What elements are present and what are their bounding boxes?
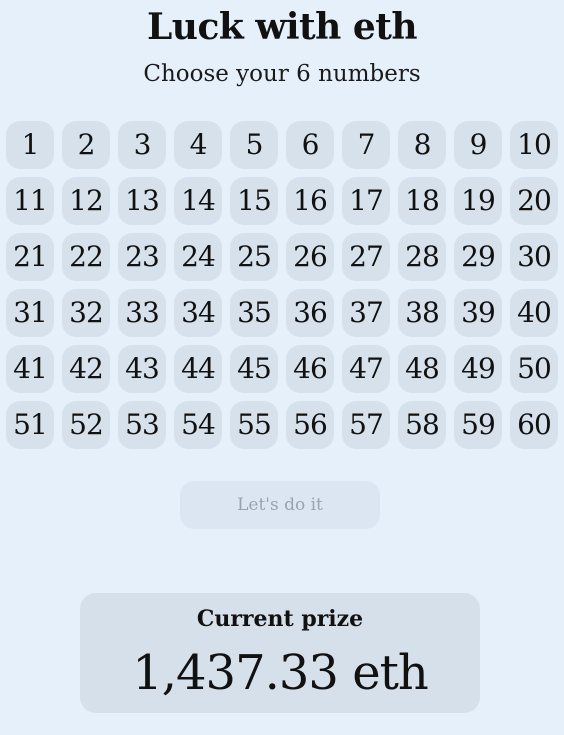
number-button-5[interactable]: 5 <box>230 121 278 169</box>
number-button-50[interactable]: 50 <box>510 345 558 393</box>
number-button-31[interactable]: 31 <box>6 289 54 337</box>
number-button-18[interactable]: 18 <box>398 177 446 225</box>
number-button-57[interactable]: 57 <box>342 401 390 449</box>
number-button-44[interactable]: 44 <box>174 345 222 393</box>
number-button-21[interactable]: 21 <box>6 233 54 281</box>
number-button-26[interactable]: 26 <box>286 233 334 281</box>
number-button-51[interactable]: 51 <box>6 401 54 449</box>
number-button-34[interactable]: 34 <box>174 289 222 337</box>
number-button-37[interactable]: 37 <box>342 289 390 337</box>
number-button-6[interactable]: 6 <box>286 121 334 169</box>
number-button-33[interactable]: 33 <box>118 289 166 337</box>
number-button-39[interactable]: 39 <box>454 289 502 337</box>
number-button-25[interactable]: 25 <box>230 233 278 281</box>
prize-value: 1,437.33 eth <box>132 645 429 701</box>
lets-do-it-button[interactable]: Let's do it <box>180 481 380 529</box>
number-button-3[interactable]: 3 <box>118 121 166 169</box>
number-button-20[interactable]: 20 <box>510 177 558 225</box>
number-button-38[interactable]: 38 <box>398 289 446 337</box>
number-button-32[interactable]: 32 <box>62 289 110 337</box>
number-button-36[interactable]: 36 <box>286 289 334 337</box>
number-button-7[interactable]: 7 <box>342 121 390 169</box>
number-button-30[interactable]: 30 <box>510 233 558 281</box>
number-button-56[interactable]: 56 <box>286 401 334 449</box>
number-button-40[interactable]: 40 <box>510 289 558 337</box>
number-button-8[interactable]: 8 <box>398 121 446 169</box>
number-button-60[interactable]: 60 <box>510 401 558 449</box>
number-button-55[interactable]: 55 <box>230 401 278 449</box>
number-button-53[interactable]: 53 <box>118 401 166 449</box>
number-button-14[interactable]: 14 <box>174 177 222 225</box>
number-button-17[interactable]: 17 <box>342 177 390 225</box>
number-button-45[interactable]: 45 <box>230 345 278 393</box>
number-button-13[interactable]: 13 <box>118 177 166 225</box>
number-button-41[interactable]: 41 <box>6 345 54 393</box>
number-grid: 1 2 3 4 5 6 7 8 9 10 11 12 13 14 15 16 17 18 19 20 21 22 23 24 2… <box>6 121 558 449</box>
number-button-58[interactable]: 58 <box>398 401 446 449</box>
number-button-35[interactable]: 35 <box>230 289 278 337</box>
number-button-49[interactable]: 49 <box>454 345 502 393</box>
number-button-48[interactable]: 48 <box>398 345 446 393</box>
number-button-27[interactable]: 27 <box>342 233 390 281</box>
number-button-46[interactable]: 46 <box>286 345 334 393</box>
number-button-15[interactable]: 15 <box>230 177 278 225</box>
number-button-29[interactable]: 29 <box>454 233 502 281</box>
number-button-11[interactable]: 11 <box>6 177 54 225</box>
number-button-54[interactable]: 54 <box>174 401 222 449</box>
number-button-28[interactable]: 28 <box>398 233 446 281</box>
number-button-59[interactable]: 59 <box>454 401 502 449</box>
prize-label: Current prize <box>196 606 364 632</box>
number-button-23[interactable]: 23 <box>118 233 166 281</box>
number-button-2[interactable]: 2 <box>62 121 110 169</box>
number-button-43[interactable]: 43 <box>118 345 166 393</box>
number-button-52[interactable]: 52 <box>62 401 110 449</box>
number-button-42[interactable]: 42 <box>62 345 110 393</box>
prize-panel: Current prize 1,437.33 eth <box>80 593 480 713</box>
number-button-10[interactable]: 10 <box>510 121 558 169</box>
number-button-1[interactable]: 1 <box>6 121 54 169</box>
number-button-12[interactable]: 12 <box>62 177 110 225</box>
number-button-16[interactable]: 16 <box>286 177 334 225</box>
number-button-22[interactable]: 22 <box>62 233 110 281</box>
number-button-47[interactable]: 47 <box>342 345 390 393</box>
page-title: Luck with eth <box>146 6 418 48</box>
number-button-9[interactable]: 9 <box>454 121 502 169</box>
number-button-4[interactable]: 4 <box>174 121 222 169</box>
number-button-19[interactable]: 19 <box>454 177 502 225</box>
number-button-24[interactable]: 24 <box>174 233 222 281</box>
page-subtitle: Choose your 6 numbers <box>143 61 421 87</box>
